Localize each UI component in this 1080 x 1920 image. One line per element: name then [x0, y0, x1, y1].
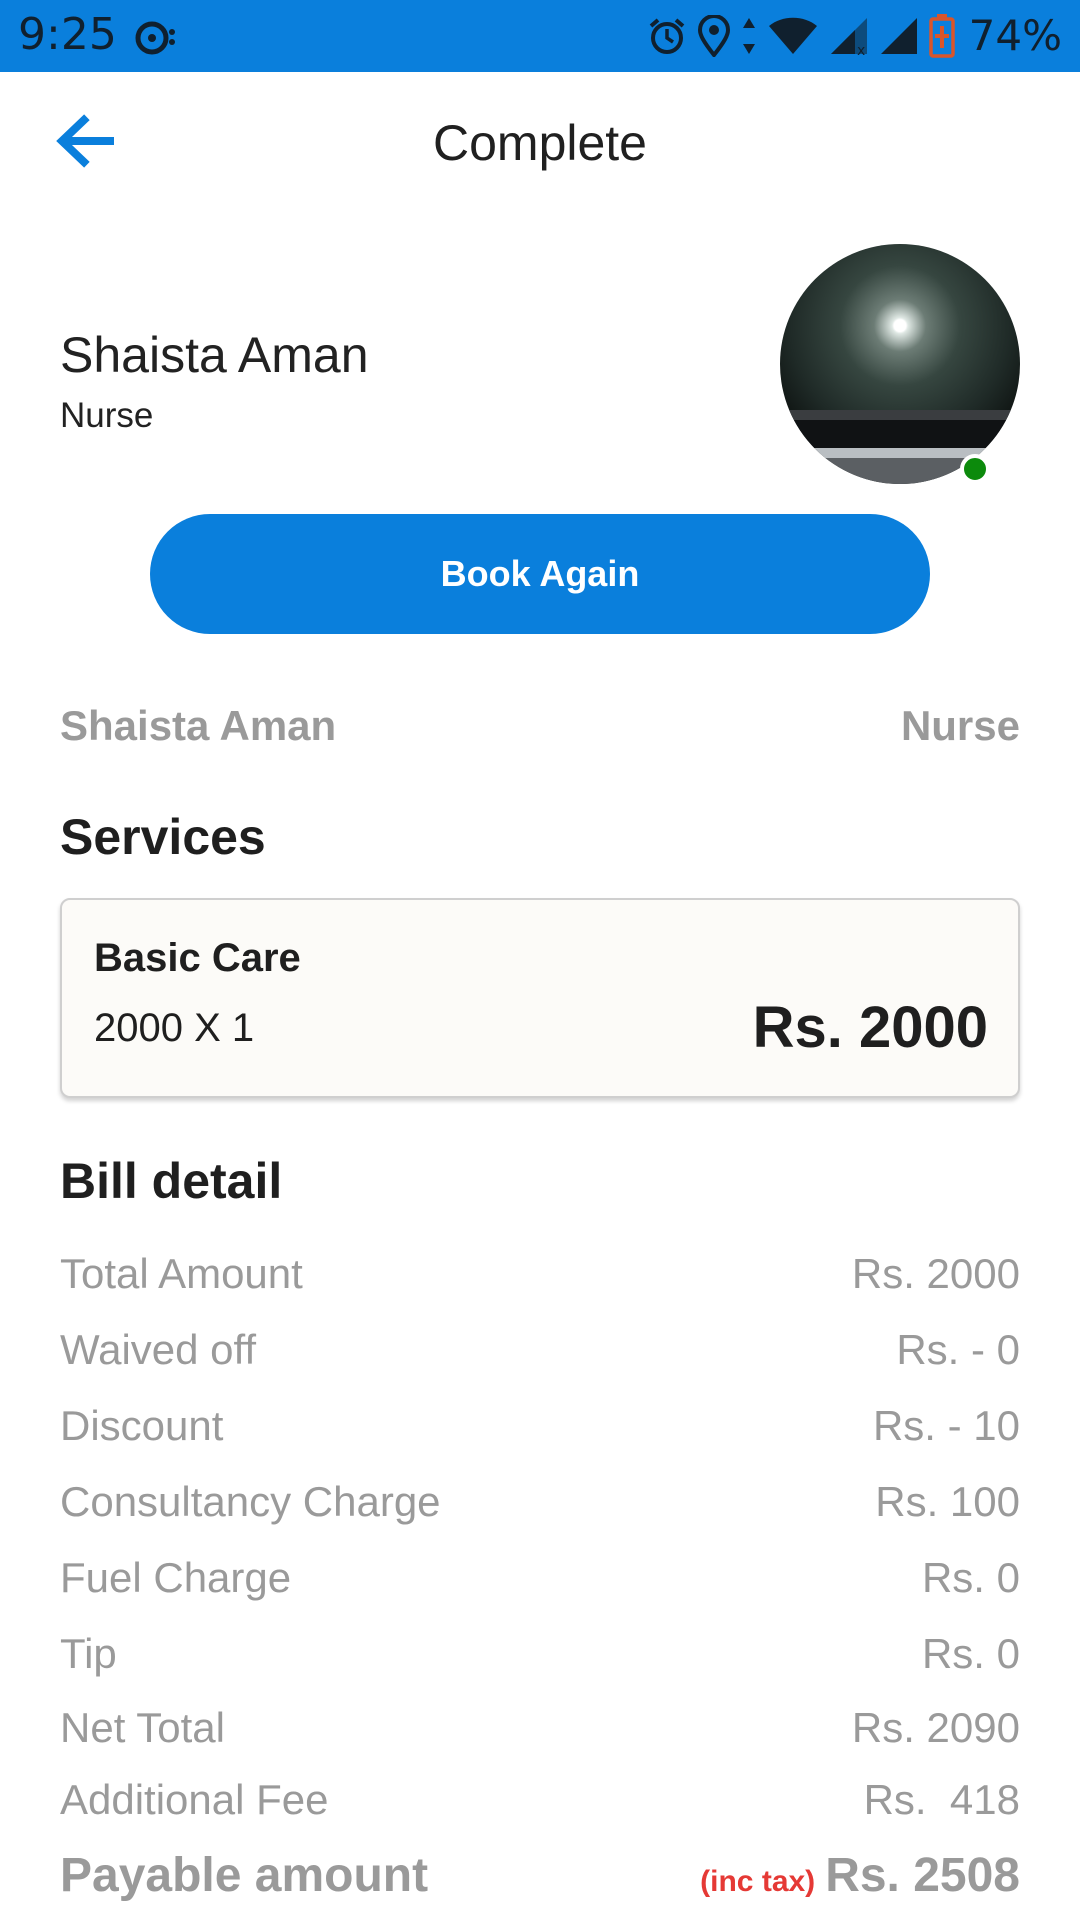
wifi-icon [768, 17, 817, 54]
online-status-dot [960, 454, 990, 484]
data-arrows-icon [742, 18, 755, 54]
bill-row-label: Total Amount [60, 1250, 303, 1297]
signal-icon [880, 18, 917, 54]
services-heading: Services [60, 809, 266, 865]
payable-amount-value-group: (inc tax) Rs. 2508 [700, 1848, 1020, 1903]
bill-row-value: Rs. - 10 [872, 1402, 1020, 1449]
app-bar: Complete [0, 72, 1080, 212]
bill-row-total-amount: Total Amount Rs. 2000 [60, 1250, 1020, 1298]
payable-amount-label: Payable amount [60, 1849, 429, 1902]
location-icon [697, 15, 730, 57]
battery-charging-icon [928, 14, 955, 58]
bill-row-discount: Discount Rs. - 10 [60, 1402, 1020, 1450]
provider-role: Nurse [60, 396, 154, 435]
cast-icon [135, 21, 175, 55]
bill-row-fuel-charge: Fuel Charge Rs. 0 [60, 1554, 1020, 1602]
battery-percent: 74% [968, 11, 1062, 60]
bill-row-value: Rs. - 0 [896, 1326, 1020, 1373]
bill-row-label: Consultancy Charge [60, 1478, 441, 1525]
service-name: Basic Care [94, 936, 301, 980]
bill-row-additional-fee: Additional Fee Rs. 418 [60, 1776, 1020, 1824]
bill-row-label: Net Total [60, 1704, 225, 1751]
bill-row-tip: Tip Rs. 0 [60, 1630, 1020, 1678]
bill-row-net-total: Net Total Rs. 2090 [60, 1704, 1020, 1752]
signal-icon: x [830, 18, 867, 56]
bill-row-label: Waived off [60, 1326, 257, 1373]
status-bar: 9:25 x 74% [0, 0, 1080, 72]
book-again-button[interactable]: Book Again [150, 514, 930, 634]
page-title: Complete [433, 115, 647, 171]
bill-row-value: Rs. 2000 [851, 1250, 1020, 1297]
summary-provider-name: Shaista Aman [60, 702, 337, 749]
bill-row-value: Rs. 418 [863, 1776, 1020, 1823]
service-price: Rs. 2000 [752, 995, 988, 1060]
payable-amount-value: Rs. 2508 [825, 1849, 1020, 1902]
summary-provider-role: Nurse [900, 702, 1020, 749]
tax-note: (inc tax) [700, 1865, 816, 1898]
bill-row-label: Fuel Charge [60, 1554, 292, 1601]
status-time: 9:25 [18, 9, 117, 60]
bill-row-waived-off: Waived off Rs. - 0 [60, 1326, 1020, 1374]
avatar [780, 244, 1020, 484]
bill-row-value: Rs. 100 [875, 1478, 1020, 1525]
bill-row-consultancy-charge: Consultancy Charge Rs. 100 [60, 1478, 1020, 1526]
bill-row-label: Tip [60, 1630, 117, 1677]
svg-text:x: x [857, 43, 865, 56]
alarm-icon [649, 18, 684, 54]
service-quantity: 2000 X 1 [94, 1006, 255, 1050]
bill-row-value: Rs. 0 [921, 1554, 1020, 1601]
provider-name: Shaista Aman [60, 327, 369, 383]
status-icons: x 74% [647, 12, 1062, 60]
payable-amount-row: Payable amount (inc tax) Rs. 2508 [60, 1848, 1020, 1903]
bill-row-value: Rs. 2090 [851, 1704, 1020, 1751]
bill-row-label: Discount [60, 1402, 224, 1449]
service-card: Basic Care 2000 X 1 Rs. 2000 [60, 898, 1020, 1098]
bill-row-value: Rs. 0 [921, 1630, 1020, 1677]
bill-row-label: Additional Fee [60, 1776, 329, 1823]
bill-detail-heading: Bill detail [60, 1153, 283, 1209]
